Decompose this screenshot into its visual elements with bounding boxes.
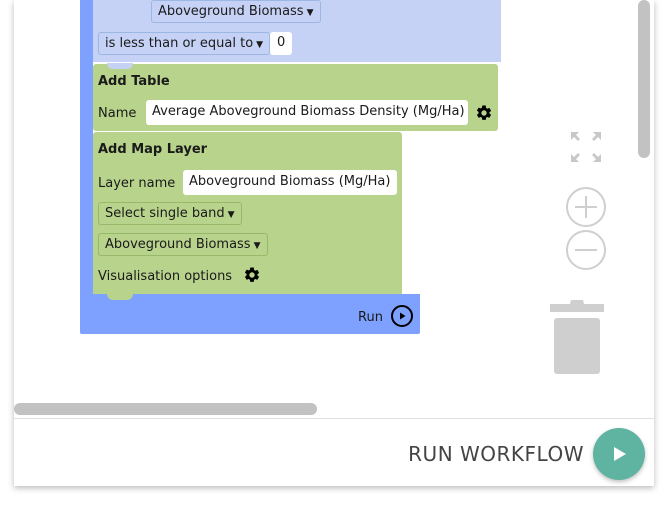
layer-name-label: Layer name — [98, 176, 176, 191]
block-notch — [107, 294, 133, 300]
chevron-down-icon: ▼ — [253, 241, 261, 251]
table-name-input[interactable]: Average Aboveground Biomass Density (Mg/… — [146, 100, 468, 125]
gear-icon[interactable] — [243, 266, 261, 284]
add-map-layer-block[interactable]: Add Map Layer Layer name Aboveground Bio… — [93, 132, 402, 296]
filter-block[interactable]: Aboveground Biomass ▼ is less than or equ… — [93, 0, 501, 62]
zoom-out-icon[interactable] — [565, 229, 607, 271]
block-workspace[interactable]: Aboveground Biomass ▼ is less than or equ… — [14, 0, 654, 418]
add-table-title: Add Table — [98, 74, 170, 89]
add-table-block[interactable]: Add Table Name Average Aboveground Bioma… — [93, 63, 498, 131]
workflow-footer: RUN WORKFLOW — [14, 418, 654, 486]
fullscreen-icon[interactable] — [570, 131, 602, 163]
layer-name-input[interactable]: Aboveground Biomass (Mg/Ha) — [183, 170, 397, 195]
filter-value-input[interactable]: 0 — [270, 32, 293, 55]
chevron-down-icon: ▼ — [227, 210, 235, 220]
zoom-in-icon[interactable] — [565, 186, 607, 228]
play-icon — [614, 447, 626, 461]
workflow-editor-panel: Aboveground Biomass ▼ is less than or equ… — [14, 0, 654, 486]
filter-operator-dropdown[interactable]: is less than or equal to ▼ — [98, 32, 271, 55]
visualisation-options-label: Visualisation options — [98, 269, 233, 284]
horizontal-scrollbar[interactable] — [14, 403, 317, 415]
vertical-scrollbar[interactable] — [638, 0, 650, 158]
block-notch — [107, 63, 133, 69]
add-map-layer-title: Add Map Layer — [98, 142, 208, 157]
run-button[interactable] — [391, 305, 413, 327]
chevron-down-icon: ▼ — [256, 40, 264, 50]
play-icon — [400, 312, 406, 320]
run-workflow-label: RUN WORKFLOW — [408, 442, 584, 466]
gear-icon[interactable] — [475, 104, 493, 122]
run-block-side — [80, 0, 93, 300]
band-mode-dropdown[interactable]: Select single band ▼ — [98, 202, 242, 225]
chevron-down-icon: ▼ — [306, 8, 314, 18]
map-band-dropdown[interactable]: Aboveground Biomass ▼ — [98, 233, 268, 256]
table-name-label: Name — [98, 106, 137, 121]
run-workflow-button[interactable] — [593, 428, 645, 480]
filter-band-dropdown[interactable]: Aboveground Biomass ▼ — [151, 0, 321, 23]
run-label: Run — [358, 310, 383, 325]
trash-icon[interactable] — [548, 300, 606, 376]
